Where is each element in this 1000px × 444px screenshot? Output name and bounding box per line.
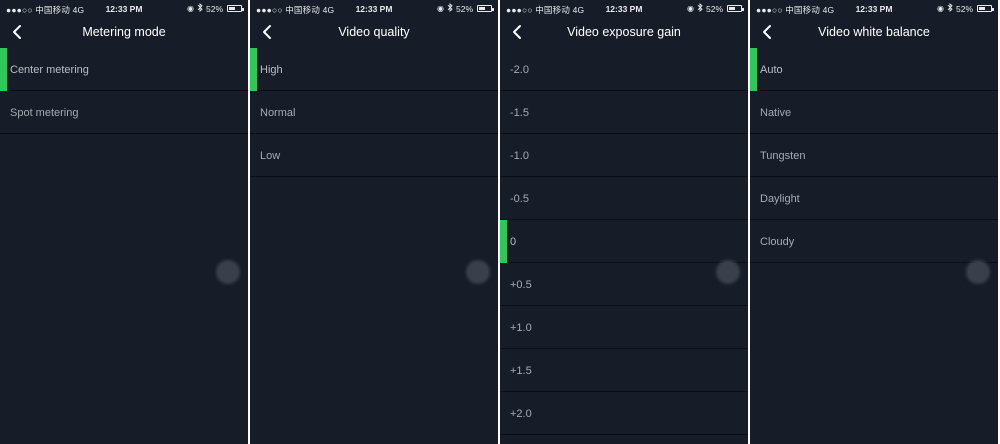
option-row[interactable]: Low [250, 134, 498, 177]
phone-screen-4: ●●●○○ 中国移动 4G 12:33 PM ◉ 52% Video white… [750, 0, 998, 444]
assistive-touch-icon[interactable] [968, 262, 988, 282]
options-list: High Normal Low [250, 48, 498, 177]
bluetooth-icon [197, 2, 203, 14]
option-label: Native [760, 107, 792, 119]
option-row[interactable]: Auto [750, 48, 998, 91]
status-bar: ●●●○○ 中国移动 4G 12:33 PM ◉ 52% [250, 0, 498, 17]
battery-fill [979, 7, 985, 10]
option-label: High [260, 64, 283, 76]
option-row[interactable]: Cloudy [750, 220, 998, 263]
option-row[interactable]: -0.5 [500, 177, 748, 220]
status-bar: ●●●○○ 中国移动 4G 12:33 PM ◉ 52% [0, 0, 248, 17]
option-row[interactable]: Tungsten [750, 134, 998, 177]
status-right-group: ◉ 52% [187, 2, 244, 14]
status-right-group: ◉ 52% [437, 2, 494, 14]
battery-fill [479, 7, 485, 10]
assistive-touch-icon[interactable] [468, 262, 488, 282]
rotation-lock-icon: ◉ [437, 3, 444, 13]
option-row[interactable]: +1.5 [500, 349, 748, 392]
options-list: -2.0 -1.5 -1.0 -0.5 0 +0.5 +1.0 +1.5 +2.0 [500, 48, 748, 435]
option-label: Normal [260, 107, 296, 119]
options-list: Auto Native Tungsten Daylight Cloudy [750, 48, 998, 263]
option-label: Spot metering [10, 107, 79, 119]
status-bar: ●●●○○ 中国移动 4G 12:33 PM ◉ 52% [750, 0, 998, 17]
status-right-group: ◉ 52% [687, 2, 744, 14]
battery-fill [229, 7, 235, 10]
option-label: Cloudy [760, 236, 795, 248]
page-title: Video white balance [818, 25, 930, 39]
phone-screen-3: ●●●○○ 中国移动 4G 12:33 PM ◉ 52% Video expos… [500, 0, 748, 444]
selected-indicator [250, 48, 257, 91]
nav-header: Metering mode [0, 17, 248, 48]
option-label: +2.0 [510, 408, 532, 420]
option-label: Daylight [760, 193, 800, 205]
option-row[interactable]: Spot metering [0, 91, 248, 134]
option-label: Auto [760, 64, 783, 76]
assistive-touch-icon[interactable] [218, 262, 238, 282]
option-row[interactable]: Daylight [750, 177, 998, 220]
assistive-touch-icon[interactable] [718, 262, 738, 282]
bluetooth-icon [447, 2, 453, 14]
option-label: -2.0 [510, 64, 529, 76]
battery-percent: 52% [205, 3, 223, 14]
battery-icon [727, 5, 744, 12]
option-row[interactable]: Center metering [0, 48, 248, 91]
battery-percent: 52% [705, 3, 723, 14]
status-bar: ●●●○○ 中国移动 4G 12:33 PM ◉ 52% [500, 0, 748, 17]
battery-fill [729, 7, 735, 10]
nav-header: Video white balance [750, 17, 998, 48]
battery-icon [977, 5, 994, 12]
nav-header: Video exposure gain [500, 17, 748, 48]
bluetooth-icon [947, 2, 953, 14]
option-row[interactable]: -1.5 [500, 91, 748, 134]
option-row[interactable]: Native [750, 91, 998, 134]
option-label: 0 [510, 236, 517, 248]
option-label: -1.0 [510, 150, 529, 162]
option-label: -1.5 [510, 107, 529, 119]
option-row[interactable]: +0.5 [500, 263, 748, 306]
option-label: Center metering [10, 64, 89, 76]
option-row[interactable]: -1.0 [500, 134, 748, 177]
option-label: +0.5 [510, 279, 532, 291]
option-label: -0.5 [510, 193, 529, 205]
phone-screen-1: ●●●○○ 中国移动 4G 12:33 PM ◉ 52% Metering mo… [0, 0, 248, 444]
selected-indicator [500, 220, 507, 263]
battery-icon [477, 5, 494, 12]
phone-screen-2: ●●●○○ 中国移动 4G 12:33 PM ◉ 52% Video quali… [250, 0, 498, 444]
option-label: +1.0 [510, 322, 532, 334]
option-row[interactable]: Normal [250, 91, 498, 134]
option-row[interactable]: -2.0 [500, 48, 748, 91]
rotation-lock-icon: ◉ [937, 3, 944, 13]
battery-percent: 52% [455, 3, 473, 14]
page-title: Video exposure gain [567, 25, 681, 39]
nav-header: Video quality [250, 17, 498, 48]
rotation-lock-icon: ◉ [187, 3, 194, 13]
bluetooth-icon [697, 2, 703, 14]
option-label: Tungsten [760, 150, 806, 162]
selected-indicator [0, 48, 7, 91]
page-title: Video quality [338, 25, 410, 39]
option-label: +1.5 [510, 365, 532, 377]
option-row[interactable]: +1.0 [500, 306, 748, 349]
battery-percent: 52% [955, 3, 973, 14]
option-row[interactable]: +2.0 [500, 392, 748, 435]
page-title: Metering mode [82, 25, 166, 39]
option-row[interactable]: 0 [500, 220, 748, 263]
status-right-group: ◉ 52% [937, 2, 994, 14]
rotation-lock-icon: ◉ [687, 3, 694, 13]
selected-indicator [750, 48, 757, 91]
option-row[interactable]: High [250, 48, 498, 91]
options-list: Center metering Spot metering [0, 48, 248, 134]
battery-icon [227, 5, 244, 12]
option-label: Low [260, 150, 281, 162]
